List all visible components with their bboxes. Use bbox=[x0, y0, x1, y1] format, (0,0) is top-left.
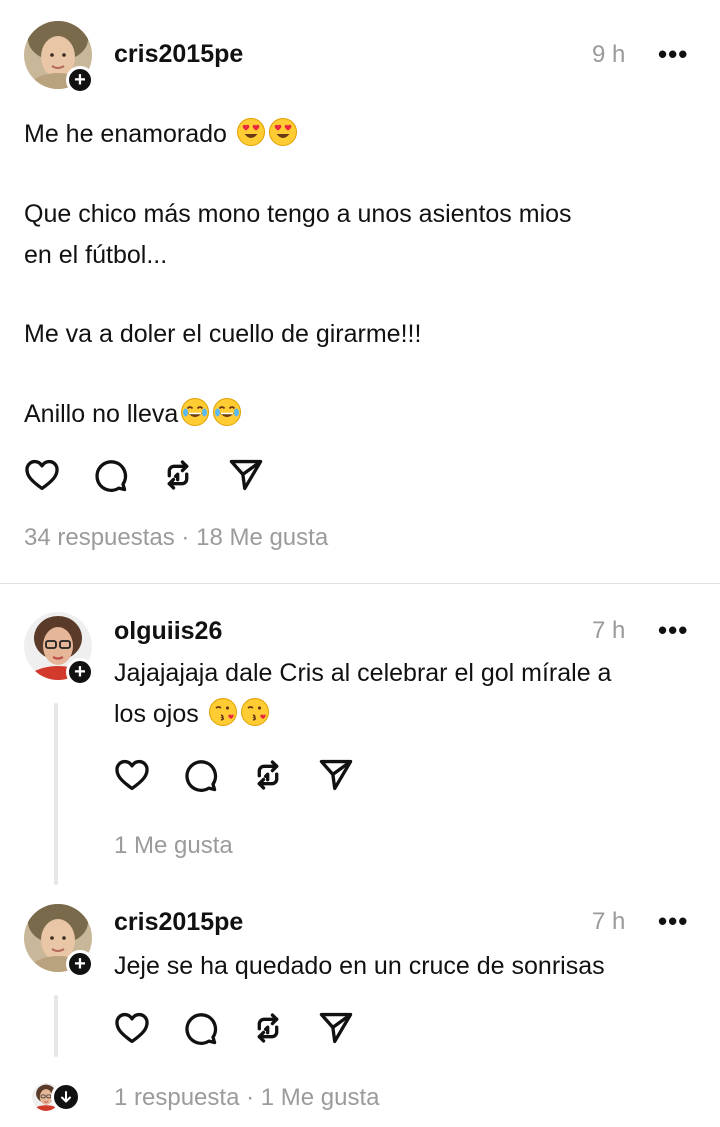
post-line-2: Que chico más mono tengo a unos asientos… bbox=[24, 200, 572, 228]
comment-icon[interactable] bbox=[180, 1008, 220, 1048]
follow-plus-icon[interactable]: + bbox=[66, 66, 94, 94]
thread-line bbox=[54, 995, 58, 1057]
heart-eyes-emoji-icon bbox=[236, 117, 266, 147]
comment-icon[interactable] bbox=[180, 755, 220, 795]
thread-line bbox=[54, 703, 58, 885]
more-options-icon[interactable]: ••• bbox=[658, 39, 688, 70]
kissing-heart-emoji-icon bbox=[240, 697, 270, 727]
send-icon[interactable] bbox=[226, 455, 266, 495]
heart-eyes-emoji-icon bbox=[268, 117, 298, 147]
tears-of-joy-emoji-icon bbox=[180, 397, 210, 427]
send-icon[interactable] bbox=[316, 1008, 356, 1048]
repost-icon[interactable] bbox=[158, 455, 198, 495]
reply-text: Jeje se ha quedado en un cruce de sonris… bbox=[114, 952, 605, 980]
reply-stats[interactable]: 1 Me gusta bbox=[114, 832, 233, 860]
heart-icon[interactable] bbox=[112, 755, 152, 795]
reply-time: 7 h bbox=[592, 908, 626, 935]
divider bbox=[0, 583, 720, 584]
repost-icon[interactable] bbox=[248, 755, 288, 795]
heart-icon[interactable] bbox=[112, 1008, 152, 1048]
follow-plus-icon[interactable]: + bbox=[66, 658, 94, 686]
reply-stats[interactable]: 1 respuesta · 1 Me gusta bbox=[114, 1084, 379, 1112]
more-options-icon[interactable]: ••• bbox=[658, 615, 688, 646]
follow-plus-icon[interactable]: + bbox=[66, 950, 94, 978]
reply-line-2: los ojos bbox=[114, 694, 270, 734]
post-line-1-text: Me he enamorado bbox=[24, 120, 227, 148]
more-options-icon[interactable]: ••• bbox=[658, 906, 688, 937]
reply-time: 7 h bbox=[592, 617, 626, 644]
arrow-down-icon[interactable] bbox=[51, 1082, 81, 1112]
reply-line-1: Jajajajaja dale Cris al celebrar el gol … bbox=[114, 659, 612, 687]
post-line-3: en el fútbol... bbox=[24, 241, 168, 269]
tears-of-joy-emoji-icon bbox=[212, 397, 242, 427]
heart-icon[interactable] bbox=[22, 455, 62, 495]
comment-icon[interactable] bbox=[90, 455, 130, 495]
reply-username[interactable]: olguiis26 bbox=[114, 617, 222, 646]
reply-line-2-text: los ojos bbox=[114, 700, 199, 728]
repost-icon[interactable] bbox=[248, 1008, 288, 1048]
post-username[interactable]: cris2015pe bbox=[114, 40, 243, 69]
post-line-5: Anillo no lleva bbox=[24, 394, 242, 434]
send-icon[interactable] bbox=[316, 755, 356, 795]
post-stats[interactable]: 34 respuestas · 18 Me gusta bbox=[24, 524, 328, 552]
kissing-heart-emoji-icon bbox=[208, 697, 238, 727]
post-time: 9 h bbox=[592, 41, 626, 68]
reply-username[interactable]: cris2015pe bbox=[114, 908, 243, 937]
post-line-1: Me he enamorado bbox=[24, 114, 298, 154]
post-line-4: Me va a doler el cuello de girarme!!! bbox=[24, 320, 422, 348]
post-line-5-text: Anillo no lleva bbox=[24, 400, 179, 428]
